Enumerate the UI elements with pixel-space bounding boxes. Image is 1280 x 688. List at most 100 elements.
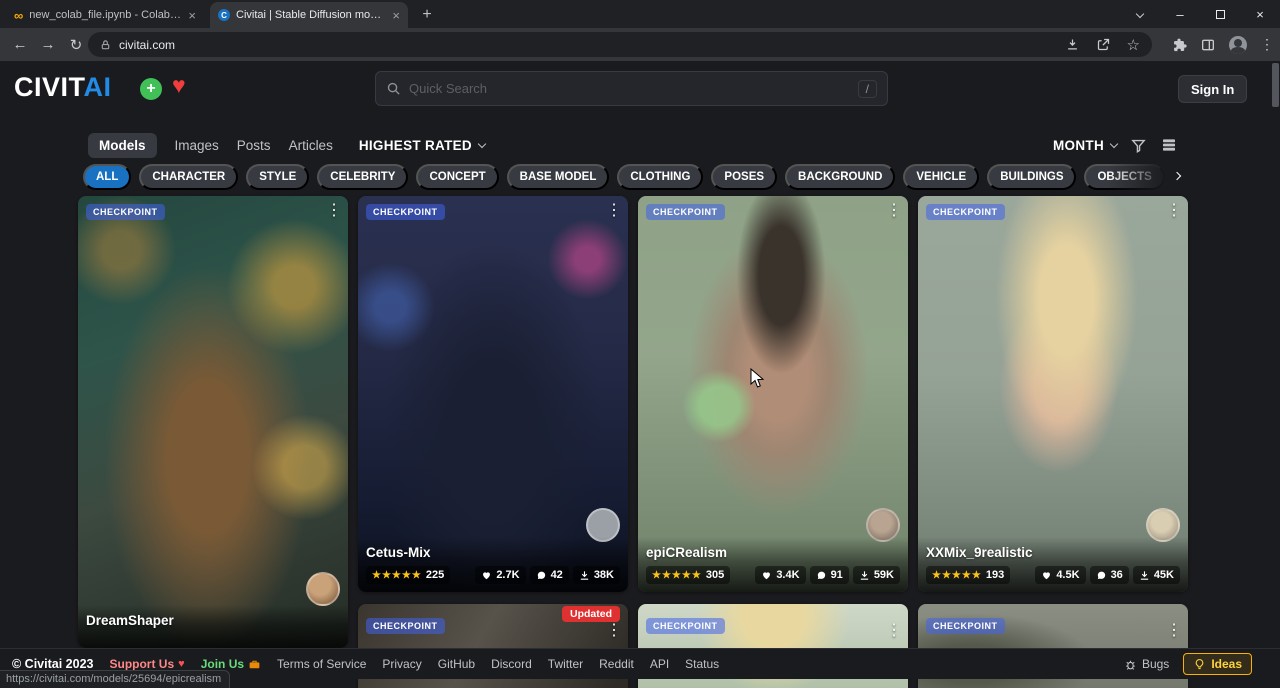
likes-count: 3.4K <box>776 569 799 581</box>
reload-icon[interactable]: ↻ <box>62 36 90 54</box>
footer-link-twitter[interactable]: Twitter <box>548 657 583 671</box>
card-overlay: Cetus-Mix ★★★★★225 2.7K 42 38K <box>358 537 628 592</box>
browser-menu-icon[interactable]: ⋮ <box>1260 36 1274 53</box>
model-card-cetus-mix[interactable]: CHECKPOINT ⋮ Cetus-Mix ★★★★★225 2.7K 42 … <box>358 196 628 592</box>
display-toggle-icon[interactable] <box>1160 136 1178 154</box>
downloads-pill[interactable]: 59K <box>853 566 900 584</box>
downloads-count: 45K <box>1154 569 1174 581</box>
scrollbar-thumb[interactable] <box>1272 63 1279 107</box>
filter-funnel-icon[interactable] <box>1130 137 1147 154</box>
tab-posts[interactable]: Posts <box>237 138 271 153</box>
footer-link-discord[interactable]: Discord <box>491 657 532 671</box>
back-icon[interactable]: ← <box>6 36 34 53</box>
tab-articles[interactable]: Articles <box>289 138 333 153</box>
downloads-pill[interactable]: 45K <box>1133 566 1180 584</box>
browser-tab-civitai[interactable]: C Civitai | Stable Diffusion models, × <box>210 2 408 28</box>
card-stats: ★★★★★193 4.5K 36 45K <box>926 566 1180 584</box>
model-card-epicrealism[interactable]: CHECKPOINT ⋮ epiCRealism ★★★★★305 3.4K 9… <box>638 196 908 592</box>
card-menu-icon[interactable]: ⋮ <box>884 200 904 220</box>
screen: ∞ new_colab_file.ipynb - Colaborat × C C… <box>0 0 1280 688</box>
star-rating-icons: ★★★★★ <box>652 570 702 581</box>
likes-pill[interactable]: 3.4K <box>755 566 805 584</box>
category-chip-poses[interactable]: POSES <box>711 164 777 190</box>
tab-search-caret-icon[interactable] <box>1120 0 1160 28</box>
category-chip-celebrity[interactable]: CELEBRITY <box>317 164 408 190</box>
category-chip-background[interactable]: BACKGROUND <box>785 164 895 190</box>
tab-models[interactable]: Models <box>88 133 157 158</box>
category-chip-clothing[interactable]: CLOTHING <box>617 164 703 190</box>
category-chip-buildings[interactable]: BUILDINGS <box>987 164 1076 190</box>
support-label: Support Us <box>109 657 174 671</box>
category-chip-all[interactable]: ALL <box>83 164 131 190</box>
new-tab-button[interactable]: + <box>414 2 440 28</box>
comments-pill[interactable]: 91 <box>810 566 849 584</box>
footer-link-reddit[interactable]: Reddit <box>599 657 634 671</box>
tab-close-icon[interactable]: × <box>188 9 196 22</box>
model-type-badge: CHECKPOINT <box>926 618 1005 634</box>
forward-icon[interactable]: → <box>34 36 62 53</box>
card-menu-icon[interactable]: ⋮ <box>884 620 904 640</box>
downloads-count: 38K <box>594 569 614 581</box>
heart-icon <box>1041 570 1052 581</box>
card-menu-icon[interactable]: ⋮ <box>1164 620 1184 640</box>
card-stats: ★★★★★305 3.4K 91 59K <box>646 566 900 584</box>
close-window-button[interactable]: × <box>1240 0 1280 28</box>
browser-tab-colab[interactable]: ∞ new_colab_file.ipynb - Colaborat × <box>6 2 204 28</box>
bugs-button[interactable]: Bugs <box>1124 657 1169 671</box>
category-chip-vehicle[interactable]: VEHICLE <box>903 164 979 190</box>
model-card-dreamshaper[interactable]: CHECKPOINT ⋮ DreamShaper <box>78 196 348 648</box>
comments-pill[interactable]: 42 <box>530 566 569 584</box>
card-menu-icon[interactable]: ⋮ <box>604 620 624 640</box>
tab-images[interactable]: Images <box>175 138 219 153</box>
ideas-button[interactable]: Ideas <box>1183 653 1252 675</box>
card-menu-icon[interactable]: ⋮ <box>1164 200 1184 220</box>
civitai-favicon-icon: C <box>218 9 230 21</box>
chevron-down-icon <box>478 139 486 147</box>
card-overlay: DreamShaper <box>78 605 348 648</box>
maximize-button[interactable] <box>1200 0 1240 28</box>
footer-link-github[interactable]: GitHub <box>438 657 475 671</box>
filter-controls: MONTH <box>1053 132 1178 158</box>
sort-dropdown[interactable]: HIGHEST RATED <box>359 138 485 153</box>
likes-pill[interactable]: 4.5K <box>1035 566 1085 584</box>
model-grid: CHECKPOINT ⋮ DreamShaper CHECKPOINT ⋮ Ce… <box>78 196 1188 688</box>
side-panel-icon[interactable] <box>1200 37 1216 53</box>
creator-avatar[interactable] <box>306 572 340 606</box>
footer-link-status[interactable]: Status <box>685 657 719 671</box>
bugs-label: Bugs <box>1142 657 1169 671</box>
comments-pill[interactable]: 36 <box>1090 566 1129 584</box>
profile-avatar[interactable] <box>1229 36 1247 54</box>
footer-link-join-us[interactable]: Join Us <box>201 657 261 671</box>
model-card-xxmix-9realistic[interactable]: CHECKPOINT ⋮ XXMix_9realistic ★★★★★193 4… <box>918 196 1188 592</box>
period-dropdown[interactable]: MONTH <box>1053 138 1117 153</box>
category-chip-character[interactable]: CHARACTER <box>139 164 238 190</box>
card-menu-icon[interactable]: ⋮ <box>324 200 344 220</box>
model-title: Cetus-Mix <box>366 545 620 560</box>
tab-close-icon[interactable]: × <box>392 9 400 22</box>
extensions-puzzle-icon[interactable] <box>1171 37 1187 53</box>
footer-link-terms[interactable]: Terms of Service <box>277 657 366 671</box>
category-chip-style[interactable]: STYLE <box>246 164 309 190</box>
minimize-button[interactable]: – <box>1160 0 1200 28</box>
upload-plus-button[interactable]: + <box>140 78 162 100</box>
search-bar[interactable]: / <box>375 71 888 106</box>
address-bar[interactable]: civitai.com ☆ <box>88 32 1152 57</box>
footer-link-privacy[interactable]: Privacy <box>382 657 421 671</box>
card-menu-icon[interactable]: ⋮ <box>604 200 624 220</box>
content-nav: Models Images Posts Articles HIGHEST RAT… <box>88 132 485 158</box>
category-chip-base-model[interactable]: BASE MODEL <box>507 164 610 190</box>
share-icon[interactable] <box>1096 37 1111 52</box>
downloads-pill[interactable]: 38K <box>573 566 620 584</box>
civitai-logo[interactable]: CIVITAI <box>14 72 112 103</box>
bookmark-star-icon[interactable]: ☆ <box>1127 36 1140 54</box>
footer-link-support-us[interactable]: Support Us♥ <box>109 657 184 671</box>
sign-in-button[interactable]: Sign In <box>1178 75 1247 103</box>
tab-title: Civitai | Stable Diffusion models, <box>236 9 386 21</box>
support-heart-icon[interactable]: ♥ <box>172 72 186 99</box>
footer-link-api[interactable]: API <box>650 657 669 671</box>
downloads-icon[interactable] <box>1065 37 1080 52</box>
category-chip-concept[interactable]: CONCEPT <box>416 164 498 190</box>
likes-pill[interactable]: 2.7K <box>475 566 525 584</box>
rating-pill: ★★★★★225 <box>366 566 450 584</box>
search-input[interactable] <box>409 81 850 96</box>
